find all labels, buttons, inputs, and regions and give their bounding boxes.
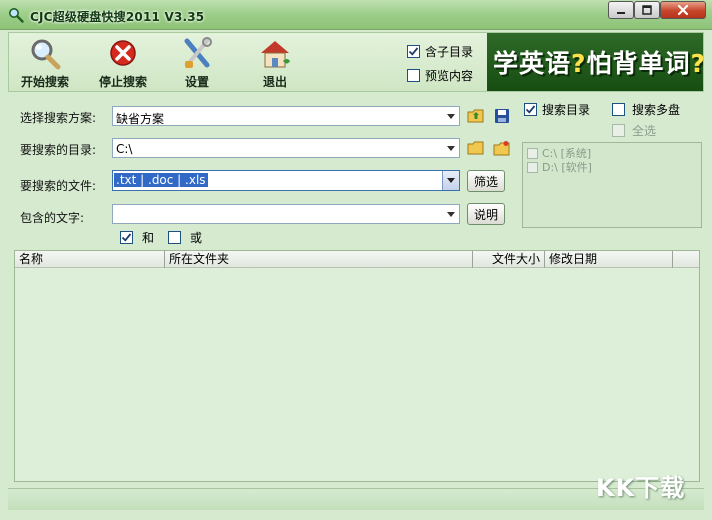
dropdown-arrow-icon[interactable] (442, 139, 459, 157)
include-subdirs-label: 含子目录 (425, 45, 474, 59)
check-icon (408, 47, 419, 56)
drive-label: D:\ [软件] (542, 161, 592, 174)
checkbox-unchecked[interactable] (407, 69, 420, 82)
folder-open-icon (467, 109, 484, 123)
and-label: 和 (142, 231, 155, 245)
files-select[interactable]: .txt | .doc | .xls (112, 170, 460, 191)
scheme-select[interactable]: 缺省方案 (112, 106, 460, 126)
open-scheme-button[interactable] (466, 106, 486, 126)
english-ad-banner[interactable]: 学英语?怕背单词? (487, 33, 703, 91)
checkbox-checked[interactable] (524, 103, 537, 116)
toolbar: 开始搜索 停止搜索 设置 退出 含子目录 预览内容 学英语?怕背单词 (8, 32, 704, 92)
search-dir-label: 搜索目录 (542, 103, 591, 117)
preview-content-checkbox[interactable]: 预览内容 (407, 67, 473, 84)
multi-disk-label: 搜索多盘 (632, 103, 681, 117)
save-disk-icon (495, 109, 509, 123)
help-button[interactable]: 说明 (467, 203, 505, 225)
banner-text-b: 怕背单词 (586, 49, 691, 78)
search-dir-checkbox[interactable]: 搜索目录 (524, 101, 590, 118)
folder-star-icon (493, 141, 510, 156)
multi-disk-checkbox[interactable]: 搜索多盘 (612, 101, 680, 118)
checkbox-unchecked[interactable] (612, 103, 625, 116)
banner-question-mark: ? (691, 49, 703, 78)
dir-value: C:\ (116, 142, 133, 156)
start-search-label: 开始搜索 (20, 75, 69, 89)
title-bar: CJC超级硬盘快搜2011 V3.35 (0, 0, 712, 30)
select-all-label: 全选 (632, 124, 657, 138)
dropdown-arrow-icon[interactable] (442, 205, 459, 223)
check-icon (121, 233, 132, 242)
exit-button[interactable]: 退出 (243, 37, 307, 89)
column-header-name[interactable]: 名称 (15, 251, 165, 268)
dropdown-arrow-icon[interactable] (442, 171, 459, 190)
close-icon (677, 4, 689, 16)
banner-text-a: 学英语 (493, 49, 572, 78)
and-checkbox[interactable]: 和 (120, 229, 154, 246)
checkbox-disabled[interactable] (527, 161, 538, 173)
banner-text: 学英语?怕背单词? (493, 44, 703, 80)
exit-label: 退出 (262, 75, 287, 89)
browse-dir-button[interactable] (466, 138, 486, 158)
contains-text-select[interactable] (112, 204, 460, 224)
check-icon (525, 105, 536, 114)
close-button[interactable] (660, 1, 706, 19)
scheme-label: 选择搜索方案: (20, 111, 97, 125)
banner-question-mark: ? (571, 49, 587, 78)
preview-content-label: 预览内容 (425, 69, 474, 83)
search-magnifier-icon (31, 39, 61, 70)
filter-button[interactable]: 筛选 (467, 170, 505, 192)
checkbox-disabled[interactable] (527, 147, 538, 159)
or-checkbox[interactable]: 或 (168, 229, 202, 246)
minimize-button[interactable] (608, 1, 634, 19)
tools-icon (184, 37, 212, 68)
files-value[interactable]: .txt | .doc | .xls (114, 173, 208, 187)
scheme-value: 缺省方案 (116, 112, 165, 126)
dropdown-arrow-icon[interactable] (442, 107, 459, 125)
text-label: 包含的文字: (20, 211, 85, 225)
drive-item[interactable]: D:\ [软件] (527, 159, 592, 175)
magnifier-icon (8, 7, 24, 23)
stop-search-button[interactable]: 停止搜索 (91, 37, 155, 89)
new-folder-button[interactable] (492, 138, 512, 158)
window-title: CJC超级硬盘快搜2011 V3.35 (30, 10, 205, 24)
stop-search-label: 停止搜索 (98, 75, 147, 89)
minimize-icon (617, 12, 625, 14)
house-icon (261, 41, 290, 68)
or-label: 或 (190, 231, 203, 245)
stop-icon (110, 40, 136, 66)
files-label: 要搜索的文件: (20, 179, 97, 193)
results-list[interactable]: 名称 所在文件夹 文件大小 修改日期 (14, 250, 700, 482)
column-header-size[interactable]: 文件大小 (473, 251, 545, 268)
select-all-checkbox[interactable]: 全选 (612, 122, 656, 139)
watermark-text: KK下载 (596, 474, 686, 502)
checkbox-unchecked[interactable] (168, 231, 181, 244)
include-subdirs-checkbox[interactable]: 含子目录 (407, 43, 473, 60)
drive-list[interactable]: C:\ [系统] D:\ [软件] (522, 142, 702, 228)
checkbox-checked[interactable] (407, 45, 420, 58)
checkbox-checked[interactable] (120, 231, 133, 244)
maximize-button[interactable] (634, 1, 660, 19)
settings-button[interactable]: 设置 (165, 37, 229, 89)
settings-label: 设置 (184, 75, 209, 89)
column-header-folder[interactable]: 所在文件夹 (165, 251, 473, 268)
start-search-button[interactable]: 开始搜索 (13, 37, 77, 89)
checkbox-disabled[interactable] (612, 124, 625, 137)
dir-label: 要搜索的目录: (20, 143, 97, 157)
save-scheme-button[interactable] (492, 106, 512, 126)
maximize-icon (642, 5, 652, 15)
results-header: 名称 所在文件夹 文件大小 修改日期 (15, 251, 699, 268)
folder-icon (467, 141, 484, 155)
column-header-date[interactable]: 修改日期 (545, 251, 673, 268)
dir-select[interactable]: C:\ (112, 138, 460, 158)
